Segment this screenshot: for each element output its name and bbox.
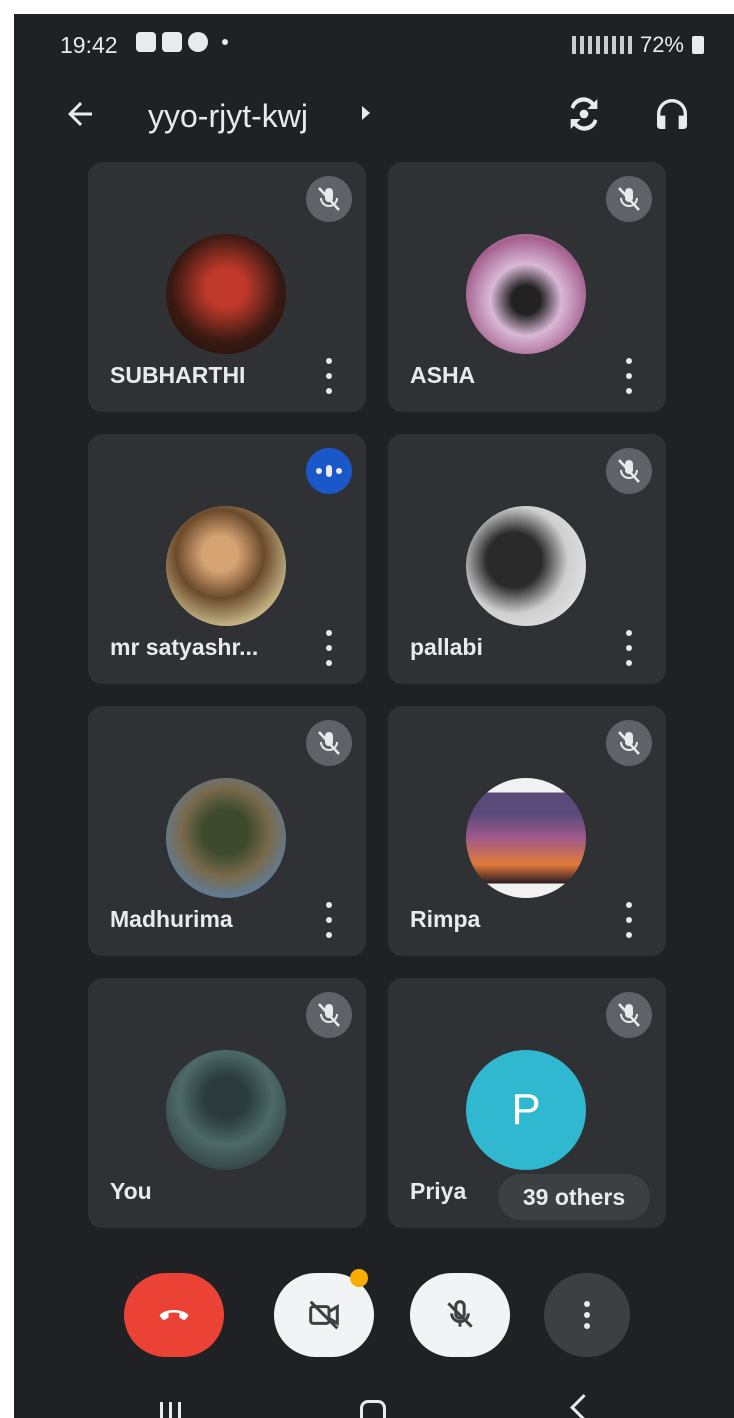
system-nav-bar bbox=[14, 1394, 734, 1418]
signal-icon bbox=[571, 36, 632, 54]
call-controls bbox=[14, 1259, 734, 1379]
speaking-indicator-icon bbox=[306, 448, 352, 494]
caret-right-icon[interactable] bbox=[362, 106, 370, 120]
avatar bbox=[166, 506, 286, 626]
camera-toggle-button[interactable] bbox=[274, 1269, 374, 1357]
more-vert-icon[interactable] bbox=[622, 630, 636, 666]
avatar bbox=[166, 234, 286, 354]
participant-name: ASHA bbox=[410, 362, 476, 388]
status-bar: 19:42 72% bbox=[14, 14, 734, 74]
meeting-code[interactable]: yyo-rjyt-kwj bbox=[148, 98, 308, 135]
recents-icon[interactable] bbox=[160, 1402, 184, 1418]
mic-off-icon bbox=[606, 176, 652, 222]
more-vert-icon[interactable] bbox=[322, 358, 336, 394]
more-notifications-icon bbox=[222, 39, 228, 45]
nav-back-icon[interactable] bbox=[570, 1394, 597, 1418]
mic-off-icon bbox=[606, 720, 652, 766]
avatar bbox=[466, 778, 586, 898]
more-vert-icon[interactable] bbox=[322, 902, 336, 938]
battery-level: 72% bbox=[639, 32, 684, 57]
back-arrow-icon[interactable] bbox=[62, 96, 98, 132]
end-call-button[interactable] bbox=[124, 1273, 224, 1357]
participant-name: Madhurima bbox=[110, 906, 233, 932]
mic-off-icon bbox=[306, 992, 352, 1038]
more-vert-icon[interactable] bbox=[622, 358, 636, 394]
participant-tile[interactable]: P Priya 39 others bbox=[388, 978, 666, 1228]
status-notification-icons bbox=[136, 32, 228, 52]
participant-tile[interactable]: mr satyashr... bbox=[88, 434, 366, 684]
switch-camera-icon[interactable] bbox=[564, 94, 604, 134]
participant-tile[interactable]: Rimpa bbox=[388, 706, 666, 956]
participant-tile[interactable]: You bbox=[88, 978, 366, 1228]
mic-off-icon bbox=[606, 992, 652, 1038]
status-right: 72% bbox=[571, 32, 704, 58]
participant-tile[interactable]: ASHA bbox=[388, 162, 666, 412]
mic-off-icon bbox=[306, 176, 352, 222]
mic-toggle-button[interactable] bbox=[410, 1273, 510, 1357]
palette-icon bbox=[188, 32, 208, 52]
participant-name: mr satyashr... bbox=[110, 634, 259, 660]
participant-name: Rimpa bbox=[410, 906, 481, 932]
hang-up-icon bbox=[159, 1310, 189, 1321]
more-vert-icon bbox=[584, 1301, 590, 1329]
notification-dot bbox=[350, 1269, 368, 1287]
participant-tile[interactable]: SUBHARTHI bbox=[88, 162, 366, 412]
app-bar: yyo-rjyt-kwj bbox=[14, 84, 734, 154]
participant-tile[interactable]: pallabi bbox=[388, 434, 666, 684]
battery-icon bbox=[692, 36, 704, 54]
more-vert-icon[interactable] bbox=[622, 902, 636, 938]
more-vert-icon[interactable] bbox=[322, 630, 336, 666]
avatar bbox=[166, 778, 286, 898]
others-count-chip[interactable]: 39 others bbox=[498, 1174, 650, 1220]
home-icon[interactable] bbox=[360, 1400, 386, 1418]
shield-icon bbox=[162, 32, 182, 52]
avatar bbox=[466, 234, 586, 354]
more-options-button[interactable] bbox=[544, 1273, 630, 1357]
headphones-icon[interactable] bbox=[652, 94, 692, 134]
participant-name: pallabi bbox=[410, 634, 483, 660]
gallery-icon bbox=[136, 32, 156, 52]
status-time: 19:42 bbox=[60, 32, 118, 58]
mic-off-icon bbox=[606, 448, 652, 494]
avatar bbox=[466, 506, 586, 626]
avatar bbox=[166, 1050, 286, 1170]
avatar-initial: P bbox=[466, 1050, 586, 1170]
participant-name: You bbox=[110, 1178, 152, 1204]
participant-name: SUBHARTHI bbox=[110, 362, 246, 388]
camera-off-icon bbox=[309, 1300, 339, 1330]
mic-off-icon bbox=[447, 1300, 473, 1328]
participant-tile[interactable]: Madhurima bbox=[88, 706, 366, 956]
mic-off-icon bbox=[306, 720, 352, 766]
phone-screen: 19:42 72% yyo-rjyt-kwj SUBHARTHI ASHA mr… bbox=[14, 14, 734, 1418]
participant-name: Priya bbox=[410, 1178, 467, 1204]
